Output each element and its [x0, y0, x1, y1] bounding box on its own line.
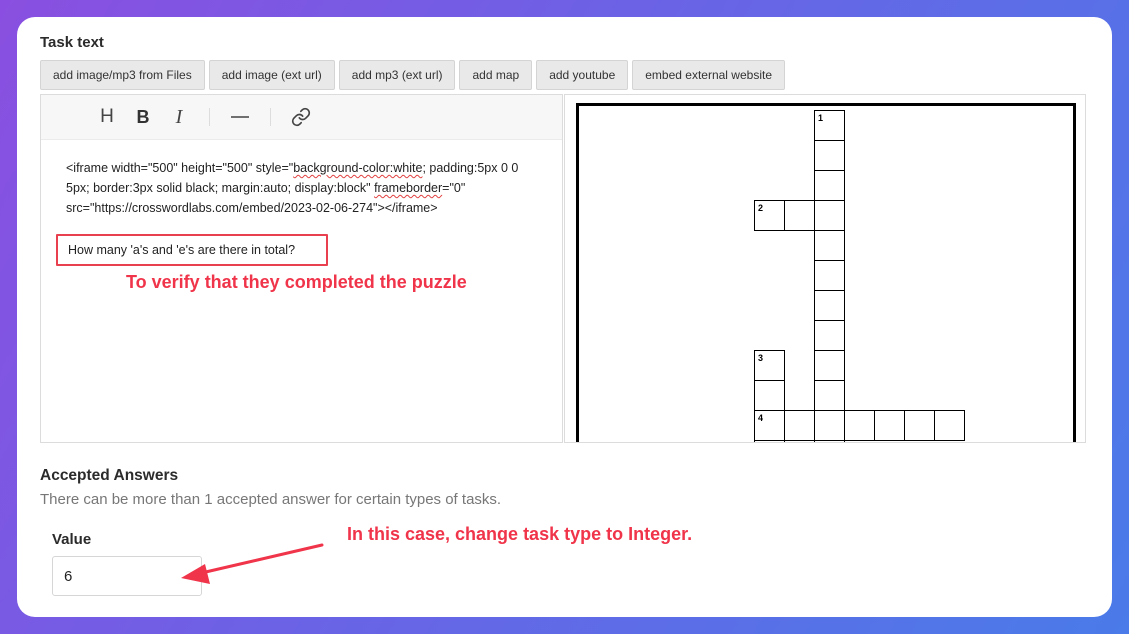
iframe-code-text[interactable]: <iframe width="500" height="500" style="…: [66, 158, 541, 218]
crossword-cell[interactable]: [814, 410, 845, 441]
heading-icon[interactable]: H: [89, 102, 125, 132]
crossword-cell[interactable]: 3: [754, 350, 785, 381]
add-mp3-url-button[interactable]: add mp3 (ext url): [338, 60, 456, 90]
crossword-cell[interactable]: [814, 170, 845, 201]
crossword-cell[interactable]: [814, 230, 845, 261]
verify-annotation: To verify that they completed the puzzle: [126, 272, 467, 292]
crossword-clue-number: 1: [818, 113, 824, 123]
link-icon[interactable]: [283, 102, 319, 132]
accepted-answers-title: Accepted Answers: [40, 467, 179, 484]
toolbar-divider: [209, 108, 210, 126]
crossword-cell[interactable]: [814, 260, 845, 291]
crossword-cell[interactable]: [844, 410, 875, 441]
crossword-cell[interactable]: [754, 440, 785, 442]
crossword-clue-number: 2: [758, 203, 764, 213]
italic-icon[interactable]: I: [161, 102, 197, 132]
bold-icon[interactable]: B: [125, 102, 161, 132]
crossword-cell[interactable]: [934, 410, 965, 441]
crossword-cell[interactable]: [814, 290, 845, 321]
task-text-title: Task text: [40, 34, 104, 51]
crossword-cell[interactable]: [904, 410, 935, 441]
crossword-cell[interactable]: 1: [814, 110, 845, 141]
question-text[interactable]: How many 'a's and 'e's are there in tota…: [68, 243, 295, 257]
crossword-cell[interactable]: 4: [754, 410, 785, 441]
accepted-answers-description: There can be more than 1 accepted answer…: [40, 491, 502, 508]
crossword-cell[interactable]: [754, 380, 785, 411]
crossword-cell[interactable]: [814, 200, 845, 231]
add-image-url-button[interactable]: add image (ext url): [208, 60, 335, 90]
crossword-cell[interactable]: [814, 380, 845, 411]
add-youtube-button[interactable]: add youtube: [536, 60, 629, 90]
toolbar-divider: [270, 108, 271, 126]
question-highlight-box: How many 'a's and 'e's are there in tota…: [56, 234, 328, 266]
crossword-cell[interactable]: 2: [754, 200, 785, 231]
crossword-cell[interactable]: [874, 410, 905, 441]
media-button-row: add image/mp3 from Files add image (ext …: [40, 60, 785, 90]
editor-toolbar: H B I: [41, 95, 562, 140]
embed-preview-panel: 1 2 3 4: [564, 94, 1086, 443]
crossword-cell[interactable]: [814, 320, 845, 351]
embed-website-button[interactable]: embed external website: [632, 60, 785, 90]
crossword-clue-number: 4: [758, 413, 764, 423]
add-image-mp3-files-button[interactable]: add image/mp3 from Files: [40, 60, 205, 90]
crossword-clue-number: 3: [758, 353, 764, 363]
crossword-cell[interactable]: [814, 440, 845, 442]
arrow-annotation-icon: [181, 543, 324, 584]
crossword-cell[interactable]: [814, 140, 845, 171]
crossword-cell[interactable]: [784, 200, 815, 231]
crossword-cell[interactable]: [814, 350, 845, 381]
task-type-annotation: In this case, change task type to Intege…: [347, 524, 693, 544]
horizontal-rule-icon[interactable]: [222, 102, 258, 132]
task-editor-card: Task text add image/mp3 from Files add i…: [17, 17, 1112, 617]
add-map-button[interactable]: add map: [459, 60, 533, 90]
crossword-cell[interactable]: [784, 410, 815, 441]
crossword-iframe[interactable]: 1 2 3 4: [576, 103, 1076, 442]
value-label: Value: [52, 531, 92, 548]
markdown-editor[interactable]: H B I <iframe width="500" height="500" s…: [40, 94, 563, 443]
